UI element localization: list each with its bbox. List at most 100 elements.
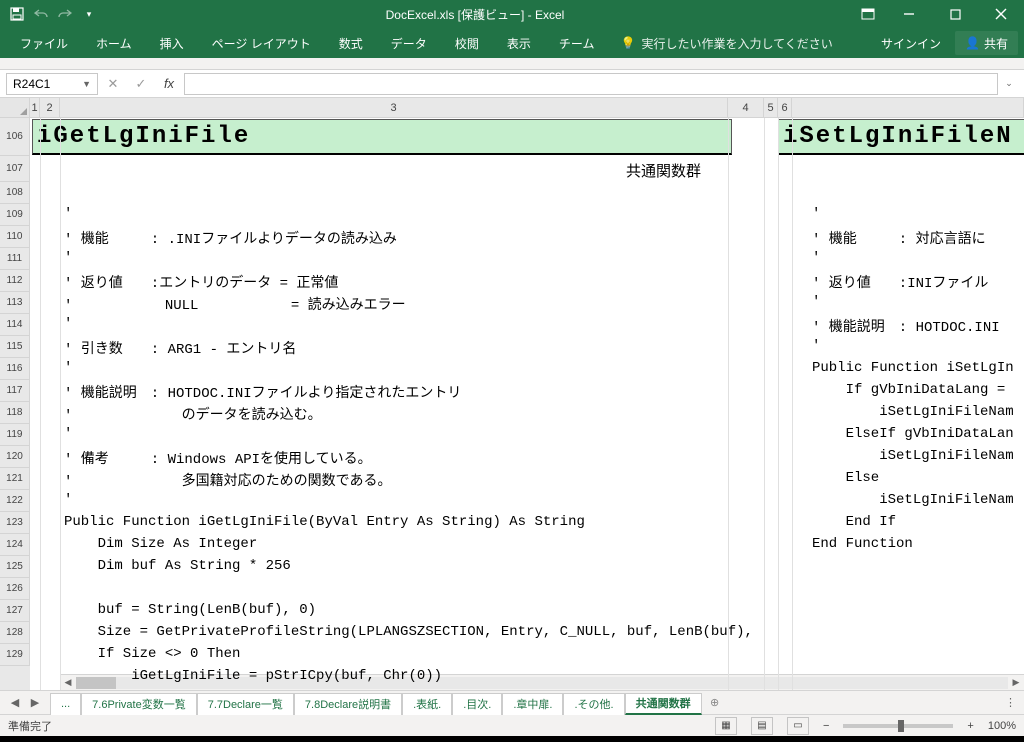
code-line: If gVbIniDataLang = <box>812 382 1005 398</box>
qat-customize-icon[interactable]: ▾ <box>78 3 100 25</box>
zoom-out-icon[interactable]: − <box>823 720 829 732</box>
code-line: ' <box>812 250 820 266</box>
tell-me-search[interactable]: 💡 実行したい作業を入力してください <box>608 35 832 52</box>
column-header[interactable]: 6 <box>778 98 792 118</box>
signin-link[interactable]: サインイン <box>867 35 955 52</box>
close-button[interactable] <box>978 0 1024 28</box>
window-title: DocExcel.xls [保護ビュー] - Excel <box>100 6 850 23</box>
ribbon-options-icon[interactable] <box>850 0 886 28</box>
zoom-slider[interactable] <box>843 724 953 728</box>
tab-formulas[interactable]: 数式 <box>325 28 377 58</box>
sheet-tab-active[interactable]: 共通関数群 <box>625 693 702 715</box>
code-line: Dim Size As Integer <box>64 536 257 552</box>
row-header[interactable]: 128 <box>0 622 30 644</box>
redo-icon[interactable] <box>54 3 76 25</box>
tab-more-icon[interactable]: ⋮ <box>997 696 1024 709</box>
tab-file[interactable]: ファイル <box>6 28 82 58</box>
row-header[interactable]: 109 <box>0 204 30 226</box>
row-header[interactable]: 113 <box>0 292 30 314</box>
worksheet-grid[interactable]: 123456 106107108109110111112113114115116… <box>0 98 1024 690</box>
row-header[interactable]: 121 <box>0 468 30 490</box>
zoom-level[interactable]: 100% <box>988 720 1016 732</box>
row-header[interactable]: 106 <box>0 118 30 156</box>
row-header[interactable]: 117 <box>0 380 30 402</box>
share-label: 共有 <box>984 35 1008 52</box>
row-header[interactable]: 125 <box>0 556 30 578</box>
code-line: ' 引き数 : ARG1 - エントリ名 <box>64 338 296 358</box>
column-header[interactable]: 5 <box>764 98 778 118</box>
code-line: ' <box>812 294 820 310</box>
row-header[interactable]: 107 <box>0 156 30 182</box>
sheet-tab[interactable]: 7.7Declare一覧 <box>197 693 294 715</box>
row-header[interactable]: 108 <box>0 182 30 204</box>
row-header[interactable]: 110 <box>0 226 30 248</box>
minimize-button[interactable] <box>886 0 932 28</box>
ribbon-tabs: ファイル ホーム 挿入 ページ レイアウト 数式 データ 校閲 表示 チーム 💡… <box>0 28 1024 58</box>
tab-review[interactable]: 校閲 <box>441 28 493 58</box>
chevron-down-icon[interactable]: ▼ <box>82 79 91 89</box>
code-line: ' のデータを読み込む。 <box>64 404 322 424</box>
undo-icon[interactable] <box>30 3 52 25</box>
row-header[interactable]: 124 <box>0 534 30 556</box>
code-line: ' <box>64 206 72 222</box>
row-header[interactable]: 115 <box>0 336 30 358</box>
add-sheet-icon[interactable]: ⊕ <box>702 696 728 709</box>
row-headers: 1061071081091101111121131141151161171181… <box>0 118 30 690</box>
row-header[interactable]: 123 <box>0 512 30 534</box>
row-header[interactable]: 116 <box>0 358 30 380</box>
cells-area[interactable]: iGetLgIniFile iSetLgIniFileN 共通関数群 ◀ ▶ '… <box>30 118 1024 690</box>
tab-data[interactable]: データ <box>377 28 441 58</box>
maximize-button[interactable] <box>932 0 978 28</box>
row-header[interactable]: 120 <box>0 446 30 468</box>
share-button[interactable]: 👤 共有 <box>955 31 1018 55</box>
row-header[interactable]: 111 <box>0 248 30 270</box>
tab-nav-prev-icon[interactable]: ◀ <box>6 696 24 709</box>
name-box[interactable]: R24C1 ▼ <box>6 73 98 95</box>
sheet-tab[interactable]: 7.6Private変数一覧 <box>81 693 197 715</box>
select-all-corner[interactable] <box>0 98 30 118</box>
row-header[interactable]: 118 <box>0 402 30 424</box>
save-icon[interactable] <box>6 3 28 25</box>
view-pagebreak-icon[interactable]: ▭ <box>787 717 809 735</box>
column-header[interactable] <box>792 98 1024 118</box>
row-header[interactable]: 119 <box>0 424 30 446</box>
tab-team[interactable]: チーム <box>545 28 609 58</box>
column-header[interactable]: 4 <box>728 98 764 118</box>
code-line: ' <box>812 338 820 354</box>
formula-enter-icon[interactable]: ✓ <box>128 73 154 95</box>
scroll-right-icon[interactable]: ▶ <box>1008 677 1024 688</box>
formula-expand-icon[interactable]: ⌄ <box>1000 78 1018 89</box>
code-line: Dim buf As String * 256 <box>64 558 291 574</box>
row-header[interactable]: 112 <box>0 270 30 292</box>
formula-cancel-icon[interactable]: ✕ <box>100 73 126 95</box>
row-header[interactable]: 122 <box>0 490 30 512</box>
code-line: Public Function iGetLgIniFile(ByVal Entr… <box>64 514 585 530</box>
formula-input[interactable] <box>184 73 998 95</box>
fx-icon[interactable]: fx <box>156 73 182 95</box>
code-line: iSetLgIniFileNam <box>812 448 1014 464</box>
tab-insert[interactable]: 挿入 <box>146 28 198 58</box>
row-header[interactable]: 126 <box>0 578 30 600</box>
code-line: ' <box>812 206 820 222</box>
row-header[interactable]: 127 <box>0 600 30 622</box>
view-normal-icon[interactable]: ▦ <box>715 717 737 735</box>
tab-home[interactable]: ホーム <box>82 28 146 58</box>
code-line: ' <box>64 250 72 266</box>
bottom-border <box>0 736 1024 742</box>
row-header[interactable]: 129 <box>0 644 30 666</box>
sheet-tab[interactable]: .その他. <box>563 693 624 715</box>
view-pagelayout-icon[interactable]: ▤ <box>751 717 773 735</box>
sheet-tab[interactable]: 7.8Declare説明書 <box>294 693 402 715</box>
column-header[interactable]: 2 <box>40 98 60 118</box>
tab-nav-next-icon[interactable]: ▶ <box>26 696 44 709</box>
column-header[interactable]: 1 <box>30 98 40 118</box>
sheet-tab[interactable]: .表紙. <box>402 693 452 715</box>
column-header[interactable]: 3 <box>60 98 728 118</box>
tab-ellipsis[interactable]: ... <box>50 693 81 715</box>
sheet-tab[interactable]: .目次. <box>452 693 502 715</box>
row-header[interactable]: 114 <box>0 314 30 336</box>
tab-view[interactable]: 表示 <box>493 28 545 58</box>
tab-pagelayout[interactable]: ページ レイアウト <box>198 28 325 58</box>
zoom-in-icon[interactable]: + <box>967 720 973 732</box>
sheet-tab[interactable]: .章中扉. <box>502 693 563 715</box>
